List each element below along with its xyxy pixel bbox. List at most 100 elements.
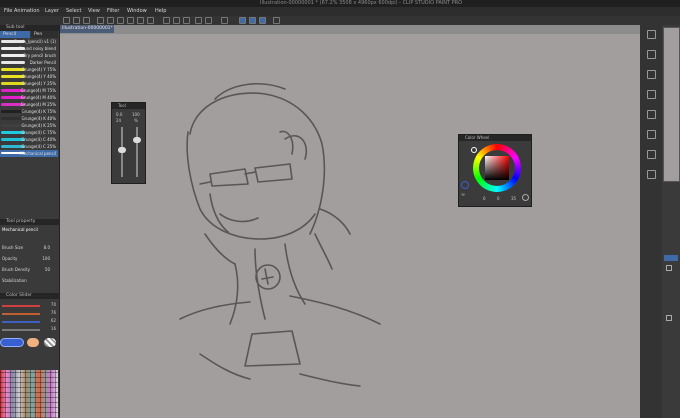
material-icon-3[interactable] (647, 170, 656, 179)
tab-pencil[interactable]: Pencil (0, 31, 30, 38)
redo-icon[interactable] (107, 17, 114, 24)
brush-item[interactable]: Grunge(4) M 25% (0, 101, 58, 108)
copy-icon[interactable] (137, 17, 144, 24)
size-slider-thumb[interactable] (118, 147, 126, 153)
brush-size-readout: 0.0 (116, 112, 123, 117)
menu-help[interactable]: Help (155, 7, 166, 16)
slider-track[interactable] (2, 329, 40, 331)
sub-color-swatch[interactable] (27, 338, 39, 347)
brush-label: Grunge(4) C 75% (21, 130, 56, 135)
undo-icon[interactable] (97, 17, 104, 24)
rotate-icon[interactable] (163, 17, 170, 24)
document-tab[interactable]: Illustration-00000001* (60, 25, 114, 33)
snap-ruler-icon[interactable] (239, 17, 246, 24)
saturation-value-square[interactable] (485, 156, 509, 180)
color-slider[interactable]: 16 (2, 326, 56, 332)
flip-icon[interactable] (173, 17, 180, 24)
brush-item[interactable]: Dry pencil brush (0, 52, 58, 59)
navigator-preview[interactable] (663, 27, 680, 182)
brush-item[interactable]: Round noisy blend (0, 45, 58, 52)
brush-item[interactable]: Brush_(pencil) v1 (1) (0, 38, 58, 45)
brush-item[interactable]: Grunge(4) K 40% (0, 115, 58, 122)
menu-layer[interactable]: Layer (45, 7, 59, 16)
slider-track[interactable] (2, 313, 40, 315)
color-value-s: 0 (497, 196, 500, 201)
layer-row-selected[interactable] (664, 255, 678, 261)
opacity-value[interactable]: 100 (42, 255, 50, 263)
snap-special-ruler-icon[interactable] (249, 17, 256, 24)
color-slider[interactable]: 76 (2, 310, 56, 316)
menu-animation[interactable]: Animation (14, 7, 40, 16)
menu-select[interactable]: Select (66, 7, 81, 16)
brush-size-value[interactable]: 8.0 (44, 244, 50, 252)
brush-size-label: Brush Size (2, 245, 24, 250)
transparent-color-swatch[interactable] (44, 338, 56, 347)
color-slider-header: Color Slider (0, 293, 60, 299)
brush-item[interactable]: Grunge(4) M 75% (0, 87, 58, 94)
brush-item[interactable]: Grunge(4) Y 25% (0, 80, 58, 87)
fill-icon[interactable] (195, 17, 202, 24)
tab-pen[interactable]: Pen (31, 31, 58, 38)
hue-cursor[interactable] (471, 147, 477, 153)
ruler-icon[interactable] (221, 17, 228, 24)
brush-label: Grunge(4) C 25% (21, 144, 56, 149)
layer-search-icon[interactable] (647, 110, 656, 119)
navigator-icon[interactable] (647, 30, 656, 39)
open-icon[interactable] (73, 17, 80, 24)
main-color-swatch[interactable] (0, 338, 24, 347)
layer-property-icon[interactable] (647, 70, 656, 79)
paste-icon[interactable] (147, 17, 154, 24)
brush-item[interactable]: Grunge(4) C 40% (0, 136, 58, 143)
brush-item-selected[interactable]: Mechanical pencil (0, 150, 58, 157)
brush-density-row[interactable]: Brush Density 50 (0, 266, 58, 274)
clear-icon[interactable] (117, 17, 124, 24)
slider-value: 76 (50, 310, 56, 315)
tool-property-header: Tool property (0, 219, 60, 225)
material-icon[interactable] (647, 130, 656, 139)
color-slider[interactable]: 62 (2, 318, 56, 324)
opacity-slider-thumb[interactable] (133, 137, 141, 143)
grid-icon[interactable] (205, 17, 212, 24)
menu-window[interactable]: Window (127, 7, 147, 16)
color-mode-icon[interactable] (522, 194, 529, 201)
new-icon[interactable] (63, 17, 70, 24)
zoom-icon[interactable] (273, 17, 280, 24)
brush-size-row[interactable]: Brush Size 8.0 (0, 244, 58, 252)
right-dock (640, 25, 662, 418)
brush-density-value[interactable]: 50 (45, 266, 50, 274)
brush-item[interactable]: Darker Pencil (0, 59, 58, 66)
brush-item[interactable]: Grunge(4) Y 75% (0, 66, 58, 73)
menu-filter[interactable]: Filter (107, 7, 119, 16)
material-icon-2[interactable] (647, 150, 656, 159)
color-slider[interactable]: 70 (2, 302, 56, 308)
brush-item[interactable]: Grunge(4) C 25% (0, 143, 58, 150)
slider-track[interactable] (2, 305, 40, 307)
brush-item[interactable]: Grunge(4) K 75% (0, 108, 58, 115)
crop-icon[interactable] (183, 17, 190, 24)
brush-item[interactable]: Grunge(4) M 40% (0, 94, 58, 101)
history-icon[interactable] (647, 90, 656, 99)
exchange-icon[interactable]: ≈ (461, 192, 465, 198)
layer-visibility-icon[interactable] (666, 265, 672, 271)
brush-label: Grunge(4) K 25% (21, 123, 56, 128)
cut-icon[interactable] (127, 17, 134, 24)
save-icon[interactable] (83, 17, 90, 24)
opacity-row[interactable]: Opacity 100 (0, 255, 58, 263)
layer-visibility-icon[interactable] (666, 315, 672, 321)
brush-item[interactable]: Grunge(4) Y 40% (0, 73, 58, 80)
menu-file[interactable]: File (4, 7, 12, 16)
menu-view[interactable]: View (88, 7, 100, 16)
opacity-slider-track[interactable] (136, 127, 138, 177)
slider-track[interactable] (2, 321, 40, 323)
snap-grid-icon[interactable] (259, 17, 266, 24)
stabilization-row[interactable]: Stabilization (0, 277, 58, 285)
brush-stroke-preview (1, 54, 25, 57)
current-color-indicator[interactable] (461, 181, 469, 189)
brush-item[interactable]: Grunge(4) C 75% (0, 129, 58, 136)
drawing-canvas[interactable] (60, 34, 640, 418)
brush-item[interactable]: Grunge(4) K 25% (0, 122, 58, 129)
brush-label: Grunge(4) K 40% (21, 116, 56, 121)
sub-view-icon[interactable] (647, 50, 656, 59)
color-set-palette[interactable] (0, 370, 58, 418)
title-bar: Illustration-00000001 * (67.2% 3508 x 49… (0, 0, 680, 7)
